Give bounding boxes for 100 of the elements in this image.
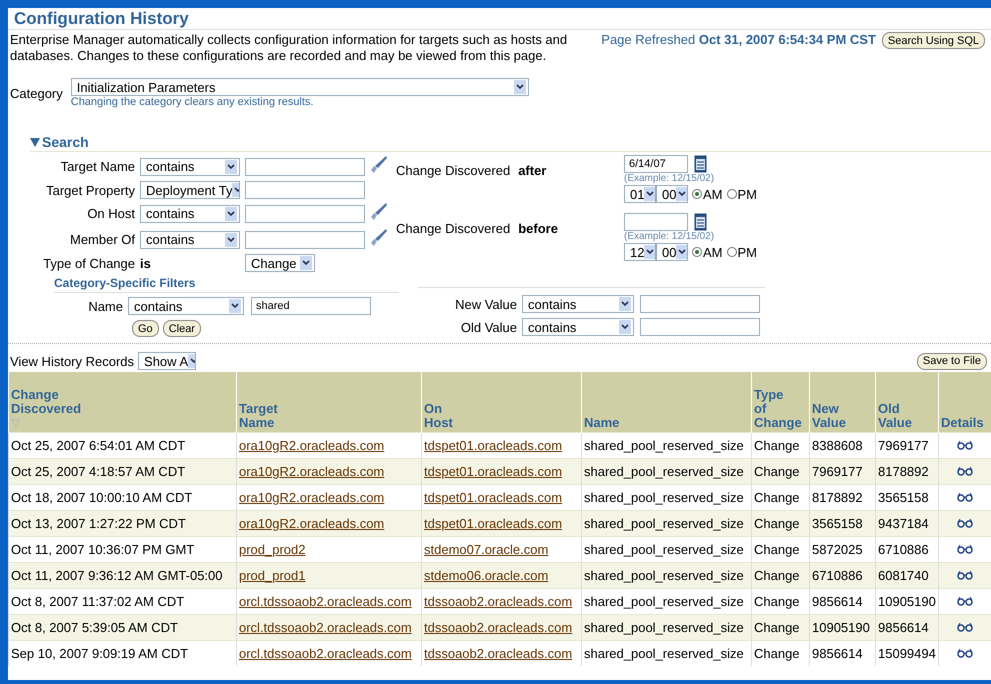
caret-icon	[514, 80, 526, 94]
field-label: Old Value	[460, 320, 518, 334]
column-header[interactable]: Details	[938, 372, 991, 432]
table-cell: Change	[752, 562, 810, 588]
flashlight-icon[interactable]	[370, 155, 388, 175]
radio-button[interactable]	[726, 247, 736, 257]
input-field[interactable]	[640, 295, 760, 313]
target-link[interactable]: ora10gR2.oracleads.com	[239, 490, 384, 505]
dropdown[interactable]: contains	[140, 204, 240, 222]
table-cell: shared_pool_reserved_size	[582, 458, 752, 484]
table-cell: Oct 25, 2007 4:18:57 AM CDT	[8, 458, 236, 484]
calendar-icon[interactable]	[694, 155, 707, 173]
date-field[interactable]: 6/14/07	[624, 155, 688, 173]
view-history-label: View History Records	[10, 354, 134, 368]
radio-button[interactable]	[692, 247, 702, 257]
host-link[interactable]: tdspet01.oracleads.com	[424, 490, 562, 505]
table-cell: shared_pool_reserved_size	[582, 536, 752, 562]
input-field[interactable]	[245, 230, 365, 248]
target-link[interactable]: orcl.tdssoaob2.oracleads.com	[239, 646, 412, 661]
dropdown[interactable]: Show A	[138, 352, 196, 370]
radio-label: PM	[738, 244, 757, 260]
search-heading: Search	[42, 134, 89, 150]
dropdown[interactable]: contains	[140, 230, 240, 248]
column-header[interactable]: Type of Change	[752, 372, 810, 432]
table-cell: Oct 18, 2007 10:00:10 AM CDT	[8, 484, 236, 510]
dropdown[interactable]: Change	[245, 254, 315, 272]
table-cell: 15099494	[876, 640, 938, 666]
host-link[interactable]: tdspet01.oracleads.com	[424, 438, 562, 453]
dropdown[interactable]: Initialization Parameters	[70, 78, 529, 96]
glasses-icon[interactable]	[957, 648, 974, 658]
host-link[interactable]: tdssoaob2.oracleads.com	[424, 646, 572, 661]
input-field[interactable]	[245, 158, 365, 176]
column-header[interactable]: New Value	[810, 372, 876, 432]
input-field[interactable]	[245, 181, 365, 199]
table-cell: 8178892	[876, 458, 938, 484]
save-to-file-button[interactable]: Save to File	[916, 352, 987, 370]
glasses-icon[interactable]	[957, 622, 974, 632]
dropdown[interactable]: contains	[140, 158, 240, 176]
dropdown[interactable]: 12	[624, 243, 656, 261]
glasses-icon[interactable]	[957, 466, 974, 476]
table-cell: Change	[752, 614, 810, 640]
action-button[interactable]: Go	[132, 320, 159, 337]
table-cell: 8178892	[810, 484, 876, 510]
target-link[interactable]: ora10gR2.oracleads.com	[239, 438, 384, 453]
glasses-icon[interactable]	[957, 492, 974, 502]
radio-label: AM	[703, 244, 722, 260]
dropdown[interactable]: 01	[624, 185, 656, 203]
filters-heading: Category-Specific Filters	[54, 276, 399, 293]
table-cell: Change	[752, 458, 810, 484]
target-link[interactable]: prod_prod2	[239, 542, 306, 557]
dropdown[interactable]: contains	[128, 297, 244, 315]
dropdown[interactable]: 00	[656, 185, 688, 203]
input-field[interactable]	[245, 204, 365, 222]
date-label: Change Discovered	[396, 163, 510, 180]
field-label: Name	[87, 298, 124, 314]
date-qualifier: before	[518, 221, 558, 238]
table-cell: 3565158	[810, 510, 876, 536]
caret-icon	[229, 299, 241, 313]
field-label: Target Name	[60, 159, 136, 174]
target-link[interactable]: orcl.tdssoaob2.oracleads.com	[239, 594, 412, 609]
radio-button[interactable]	[726, 189, 736, 199]
flashlight-icon[interactable]	[370, 202, 388, 222]
table-cell: Oct 25, 2007 6:54:01 AM CDT	[8, 432, 236, 458]
table-cell: shared_pool_reserved_size	[582, 562, 752, 588]
expanded-triangle-icon[interactable]	[30, 137, 40, 147]
glasses-icon[interactable]	[957, 440, 974, 450]
table-cell: 6710886	[810, 562, 876, 588]
dropdown[interactable]: contains	[522, 295, 634, 313]
table-cell: 7969177	[876, 432, 938, 458]
glasses-icon[interactable]	[957, 518, 974, 528]
column-header[interactable]: Change Discovered	[8, 372, 236, 432]
caret-icon	[619, 320, 631, 334]
radio-label: PM	[738, 186, 757, 202]
date-field[interactable]	[624, 213, 688, 231]
action-button[interactable]: Clear	[162, 320, 201, 337]
glasses-icon[interactable]	[957, 544, 974, 554]
table-cell: shared_pool_reserved_size	[582, 484, 752, 510]
dropdown[interactable]: Deployment Ty	[140, 181, 240, 199]
caret-icon	[644, 245, 655, 259]
glasses-icon[interactable]	[957, 570, 974, 580]
input-field[interactable]	[640, 318, 760, 336]
column-header[interactable]: Name	[582, 372, 752, 432]
dropdown[interactable]: 00	[656, 243, 688, 261]
column-header[interactable]: Target Name	[236, 372, 422, 432]
radio-button[interactable]	[692, 189, 702, 199]
category-hint: Changing the category clears any existing results.	[70, 96, 314, 108]
host-link[interactable]: tdssoaob2.oracleads.com	[424, 594, 572, 609]
dropdown[interactable]: contains	[522, 318, 634, 336]
flashlight-icon[interactable]	[370, 228, 388, 248]
table-cell: 9856614	[876, 614, 938, 640]
column-header[interactable]: Old Value	[876, 372, 938, 432]
column-header[interactable]: On Host	[422, 372, 582, 432]
table-cell: shared_pool_reserved_size	[582, 640, 752, 666]
calendar-icon[interactable]	[694, 213, 707, 231]
radio-label: AM	[703, 186, 722, 202]
glasses-icon[interactable]	[957, 596, 974, 606]
search-sql-button[interactable]: Search Using SQL	[882, 32, 985, 49]
input-field[interactable]: shared	[251, 297, 371, 315]
field-label: On Host	[86, 206, 136, 221]
host-link[interactable]: stdemo07.oracle.com	[424, 542, 548, 557]
